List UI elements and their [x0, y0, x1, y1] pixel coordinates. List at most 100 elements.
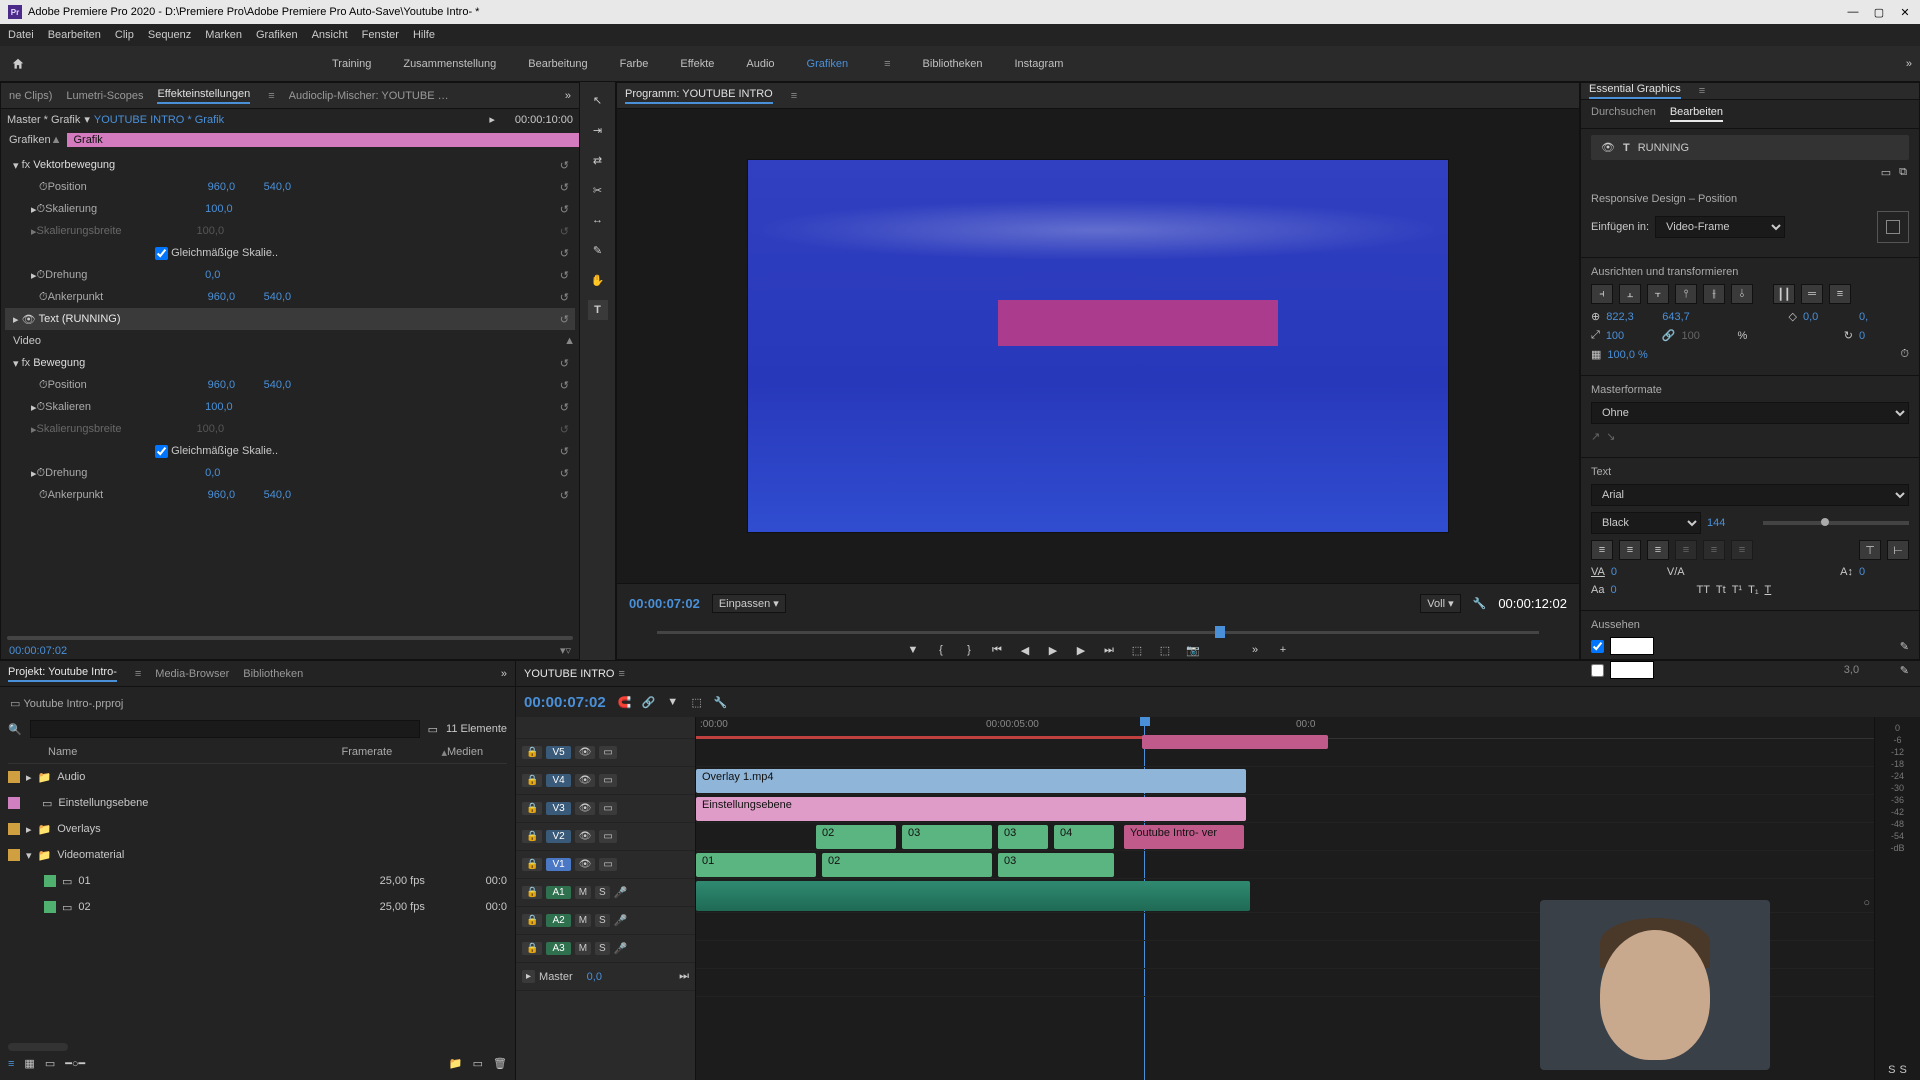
stopwatch-icon[interactable]: ⏱ — [39, 181, 48, 194]
tracking-value[interactable]: 0 — [1611, 566, 1661, 578]
skalierung-value[interactable]: 100,0 — [205, 203, 261, 215]
zoom-slider[interactable]: ━○━ — [65, 1057, 85, 1070]
type-tool-icon[interactable]: T — [588, 300, 608, 320]
more-controls-icon[interactable]: » — [1246, 641, 1264, 659]
eg-tab-bearbeiten[interactable]: Bearbeiten — [1670, 106, 1723, 122]
underline-icon[interactable]: T — [1765, 584, 1772, 596]
clip-v2-03[interactable]: 03 — [902, 825, 992, 849]
workspace-audio[interactable]: Audio — [746, 58, 774, 70]
tab-media-browser[interactable]: Media-Browser — [155, 668, 229, 680]
hand-tool-icon[interactable]: ✋ — [588, 270, 608, 290]
pin-widget[interactable] — [1877, 211, 1909, 243]
mark-in-icon[interactable]: { — [932, 641, 950, 659]
pen-tool-icon[interactable]: ✎ — [588, 240, 608, 260]
eg-tab-durchsuchen[interactable]: Durchsuchen — [1591, 106, 1656, 122]
align-top-icon[interactable]: ⫯ — [1675, 284, 1697, 304]
eyedropper-icon[interactable]: ✎ — [1900, 640, 1909, 653]
reset-icon[interactable]: ↺ — [560, 203, 569, 216]
stopwatch-icon[interactable]: ⏱ — [1900, 348, 1909, 361]
push-style-icon[interactable]: ↗ — [1591, 430, 1600, 443]
step-back-icon[interactable]: ◀ — [1016, 641, 1034, 659]
reset-icon[interactable]: ↺ — [560, 313, 569, 326]
ec-group-grafiken[interactable]: Grafiken — [1, 134, 51, 146]
stopwatch-icon[interactable]: ⏱ — [39, 291, 48, 304]
eg-anchor-y[interactable]: 0, — [1859, 311, 1909, 323]
link-scale-icon[interactable]: 🔗 — [1662, 329, 1676, 342]
selection-tool-icon[interactable]: ↖ — [588, 90, 608, 110]
eg-opacity[interactable]: 100,0 % — [1607, 349, 1667, 361]
bin-item-einstellungsebene[interactable]: ▭Einstellungsebene — [8, 790, 507, 816]
font-select[interactable]: Arial — [1591, 484, 1909, 506]
track-a2[interactable]: A2 — [546, 914, 570, 927]
menu-datei[interactable]: Datei — [8, 29, 34, 41]
subscript-icon[interactable]: T₁ — [1748, 584, 1758, 596]
voice-over-icon[interactable]: 🎤 — [614, 886, 628, 899]
insert-overwrite-icon[interactable]: ⬚ — [688, 693, 706, 711]
eg-anchor-x[interactable]: 0,0 — [1803, 311, 1853, 323]
menu-sequenz[interactable]: Sequenz — [148, 29, 191, 41]
freeform-view-icon[interactable]: ▭ — [45, 1057, 55, 1070]
position-y[interactable]: 540,0 — [264, 181, 320, 193]
maximize-button[interactable]: ▢ — [1872, 6, 1886, 19]
allcaps-icon[interactable]: TT — [1696, 584, 1709, 596]
distribute-v-icon[interactable]: ═ — [1801, 284, 1823, 304]
clip-v5-graphic[interactable] — [1142, 735, 1328, 749]
marker-add-icon[interactable]: ▼ — [664, 693, 682, 711]
stopwatch-icon[interactable]: ⏱ — [37, 269, 46, 282]
reset-icon[interactable]: ↺ — [560, 357, 569, 370]
anker-y[interactable]: 540,0 — [264, 291, 320, 303]
menu-fenster[interactable]: Fenster — [362, 29, 399, 41]
timeline-seq-name[interactable]: YOUTUBE INTRO — [524, 668, 614, 680]
program-canvas[interactable] — [748, 160, 1448, 532]
stopwatch-icon[interactable]: ⏱ — [37, 203, 46, 216]
ec-master-dropdown-icon[interactable]: ▾ — [84, 113, 90, 126]
clip-02[interactable]: ▭0225,00 fps00:0 — [8, 894, 507, 920]
smallcaps-icon[interactable]: Tt — [1716, 584, 1726, 596]
clip-v2-03b[interactable]: 03 — [998, 825, 1048, 849]
scrollbar-thumb[interactable] — [8, 1043, 68, 1051]
program-fit-select[interactable]: Einpassen ▾ — [712, 594, 786, 613]
tab-audio-mixer[interactable]: Audioclip-Mischer: YOUTUBE INTRO — [289, 90, 449, 102]
workspace-instagram[interactable]: Instagram — [1014, 58, 1063, 70]
fx-icon[interactable]: fx — [22, 159, 31, 171]
master-expand-icon[interactable]: ▸ — [522, 970, 535, 983]
reset-icon[interactable]: ↺ — [560, 225, 569, 238]
align-left-icon[interactable]: ⫞ — [1591, 284, 1613, 304]
minimize-button[interactable]: — — [1846, 6, 1860, 19]
new-bin-icon[interactable]: 📁 — [449, 1057, 463, 1070]
track-v2[interactable]: V2 — [546, 830, 570, 843]
effect-seq-label[interactable]: YOUTUBE INTRO * Grafik — [94, 114, 224, 126]
align-center-h-icon[interactable]: ⫠ — [1619, 284, 1641, 304]
reset-icon[interactable]: ↺ — [560, 159, 569, 172]
track-v5[interactable]: V5 — [546, 746, 570, 759]
tab-clips[interactable]: ne Clips) — [9, 90, 52, 102]
add-button-icon[interactable]: + — [1274, 641, 1292, 659]
position-x[interactable]: 960,0 — [208, 181, 264, 193]
drehung-value[interactable]: 0,0 — [205, 269, 261, 281]
home-icon[interactable] — [8, 54, 28, 74]
eg-rotation[interactable]: 0 — [1859, 330, 1909, 342]
ec-group-video[interactable]: Video — [13, 335, 41, 347]
extract-icon[interactable]: ⬚ — [1156, 641, 1174, 659]
add-marker-icon[interactable]: ▼ — [904, 641, 922, 659]
track-a1[interactable]: A1 — [546, 886, 570, 899]
clip-v2-04[interactable]: 04 — [1054, 825, 1114, 849]
project-overflow-icon[interactable]: » — [501, 668, 507, 680]
eg-pos-y[interactable]: 643,7 — [1662, 311, 1712, 323]
fx-icon[interactable]: fx — [22, 357, 31, 369]
track-a3[interactable]: A3 — [546, 942, 570, 955]
workspace-grafiken[interactable]: Grafiken — [807, 58, 849, 70]
menu-marken[interactable]: Marken — [205, 29, 242, 41]
ec-group-vektorbewegung[interactable]: Vektorbewegung — [33, 159, 115, 171]
play-icon[interactable]: ▶ — [1044, 641, 1062, 659]
position2-y[interactable]: 540,0 — [264, 379, 320, 391]
solo-left-icon[interactable]: S — [1888, 1064, 1895, 1076]
timeline-timecode[interactable]: 00:00:07:02 — [524, 694, 606, 711]
workspace-zusammenstellung[interactable]: Zusammenstellung — [403, 58, 496, 70]
align-center-v-icon[interactable]: ⫲ — [1703, 284, 1725, 304]
clip-overlay[interactable]: Overlay 1.mp4 — [696, 769, 1246, 793]
workspace-farbe[interactable]: Farbe — [620, 58, 649, 70]
bin-item-videomaterial[interactable]: ▾📁Videomaterial — [8, 842, 507, 868]
toggle-output-icon[interactable]: 👁 — [575, 746, 596, 759]
superscript-icon[interactable]: T¹ — [1732, 584, 1742, 596]
